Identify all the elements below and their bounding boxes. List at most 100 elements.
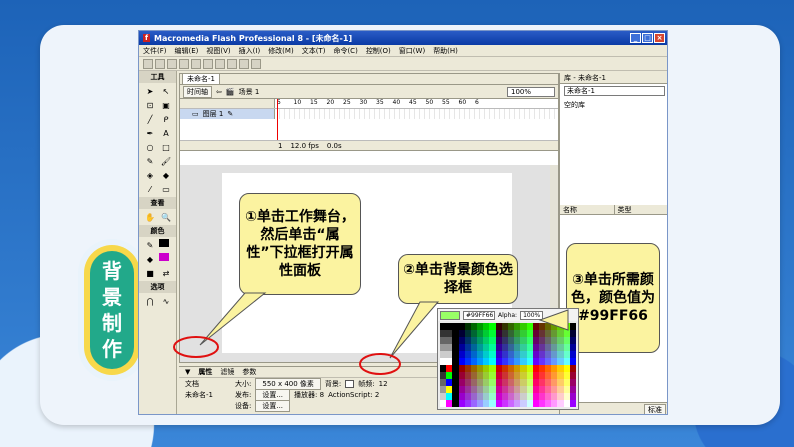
fill-transform-icon[interactable]: ▣ [159, 99, 173, 111]
pen-tool-icon[interactable]: ✒ [143, 127, 157, 139]
redo-icon[interactable] [239, 58, 249, 69]
smooth-icon[interactable]: ∿ [159, 295, 173, 307]
paste-icon[interactable] [215, 58, 225, 69]
fps-value[interactable]: 12 [379, 380, 388, 388]
save-icon[interactable] [167, 58, 177, 69]
color-swatch[interactable] [569, 344, 576, 351]
pencil-tool-icon[interactable]: ✎ [143, 155, 157, 167]
hex-input[interactable]: #99FF66 [463, 310, 495, 320]
rect-tool-icon[interactable]: □ [159, 141, 173, 153]
color-swatch[interactable] [569, 351, 576, 358]
frame-number: 20 [326, 99, 335, 106]
color-swatch[interactable] [569, 323, 576, 330]
undo-icon[interactable] [227, 58, 237, 69]
color-swatch[interactable] [569, 379, 576, 386]
free-transform-icon[interactable]: ⊡ [143, 99, 157, 111]
close-button[interactable]: × [654, 33, 665, 43]
snap-icon[interactable] [251, 58, 261, 69]
eraser-icon[interactable]: ▭ [159, 183, 173, 195]
pencil-icon: ✎ [227, 110, 234, 118]
main-toolbar [139, 57, 667, 71]
menu-view[interactable]: 视图(V) [206, 46, 230, 56]
ink-bottle-icon[interactable]: ◈ [143, 169, 157, 181]
zoom-select[interactable]: 100% [507, 86, 555, 97]
timeline: 5 10 15 20 25 30 35 40 45 50 55 60 6 ▭ 图层 1 ✎ 1 12.0 f… [180, 99, 558, 151]
fill-swatch[interactable] [159, 253, 169, 261]
current-frame: 1 [278, 141, 283, 150]
bg-label: 背景: [324, 379, 342, 388]
color-swatch[interactable] [569, 400, 576, 407]
col-type[interactable]: 类型 [615, 205, 668, 214]
options-label: 选项 [139, 281, 176, 293]
hand-tool-icon[interactable]: ✋ [143, 211, 157, 223]
menu-insert[interactable]: 插入(I) [239, 46, 261, 56]
tab-parameters[interactable]: 参数 [242, 367, 256, 377]
text-tool-icon[interactable]: A [159, 127, 173, 139]
menu-control[interactable]: 控制(O) [366, 46, 391, 56]
swap-colors-icon[interactable]: ⇄ [159, 267, 173, 279]
color-swatch[interactable] [569, 337, 576, 344]
frame-cells[interactable] [275, 109, 558, 119]
library-select[interactable]: 未命名-1 [564, 86, 665, 96]
paint-bucket-icon[interactable]: ◆ [159, 169, 173, 181]
cut-icon[interactable] [191, 58, 201, 69]
col-name[interactable]: 名称 [560, 205, 615, 214]
scene-bar: 时间轴 ⇦ 🎬 场景 1 100% [180, 85, 558, 99]
playhead[interactable] [277, 99, 278, 141]
color-swatch[interactable] [569, 393, 576, 400]
snap-magnet-icon[interactable]: ⋂ [143, 295, 157, 307]
fill-color-icon[interactable]: ◆ [143, 253, 157, 265]
alpha-input[interactable]: 100% [520, 310, 544, 320]
standard-button[interactable]: 标准 [644, 403, 666, 414]
menu-file[interactable]: 文件(F) [143, 46, 167, 56]
arrow-tool-icon[interactable]: ➤ [143, 85, 157, 97]
menu-window[interactable]: 窗口(W) [399, 46, 425, 56]
maximize-button[interactable]: □ [642, 33, 653, 43]
lasso-tool-icon[interactable]: ᑭ [159, 113, 173, 125]
brush-tool-icon[interactable]: 🖌 [159, 155, 173, 167]
scene-icon: 🎬 [225, 87, 235, 96]
oval-tool-icon[interactable]: ○ [143, 141, 157, 153]
stroke-color-icon[interactable]: ✎ [143, 239, 157, 251]
zoom-tool-icon[interactable]: 🔍 [159, 211, 173, 223]
new-file-icon[interactable] [143, 58, 153, 69]
callout-step1: ①单击工作舞台，然后单击“属性”下拉框打开属性面板 [239, 193, 361, 295]
callout-step3: ③单击所需颜色，颜色值为#99FF66 [566, 243, 660, 353]
menu-modify[interactable]: 修改(M) [268, 46, 294, 56]
timeline-toggle-button[interactable]: 时间轴 [183, 85, 212, 98]
color-swatch[interactable] [569, 386, 576, 393]
open-folder-icon[interactable] [155, 58, 165, 69]
color-swatch[interactable] [569, 372, 576, 379]
stroke-swatch[interactable] [159, 239, 169, 247]
menu-text[interactable]: 文本(T) [302, 46, 326, 56]
background-color-swatch[interactable] [345, 379, 355, 388]
expand-arrow-icon[interactable]: ▼ [185, 368, 190, 376]
tools-panel: 工具 ➤ ↖ ⊡ ▣ ╱ ᑭ ✒ A ○ □ ✎ 🖌 ◈ ◆ ⁄ ▭ 查看 ✋ … [139, 71, 177, 414]
menu-commands[interactable]: 命令(C) [333, 46, 357, 56]
frame-number: 35 [376, 99, 384, 106]
back-arrow-icon[interactable]: ⇦ [216, 88, 222, 96]
layer-name: 图层 1 [202, 110, 224, 118]
color-swatch[interactable] [569, 330, 576, 337]
frame-number: 10 [293, 99, 302, 106]
doc-tab[interactable]: 未命名-1 [182, 73, 220, 85]
print-icon[interactable] [179, 58, 189, 69]
library-header: 库 - 未命名-1 [560, 73, 667, 84]
tab-filters[interactable]: 滤镜 [220, 367, 234, 377]
copy-icon[interactable] [203, 58, 213, 69]
frame-number: 55 [442, 99, 450, 106]
subselect-tool-icon[interactable]: ↖ [159, 85, 173, 97]
minimize-button[interactable]: _ [630, 33, 641, 43]
menu-edit[interactable]: 编辑(E) [175, 46, 199, 56]
swatch-grid [440, 323, 576, 407]
layer-row[interactable]: ▭ 图层 1 ✎ [180, 109, 558, 119]
tab-properties[interactable]: 属性 [198, 367, 212, 377]
color-swatch[interactable] [569, 365, 576, 372]
menu-help[interactable]: 帮助(H) [433, 46, 458, 56]
line-tool-icon[interactable]: ╱ [143, 113, 157, 125]
eyedropper-icon[interactable]: ⁄ [143, 183, 157, 195]
default-colors-icon[interactable]: ■ [143, 267, 157, 279]
color-swatch[interactable] [569, 358, 576, 365]
badge-char: 景 [102, 285, 122, 309]
device-settings-button[interactable]: 设置... [255, 399, 291, 412]
